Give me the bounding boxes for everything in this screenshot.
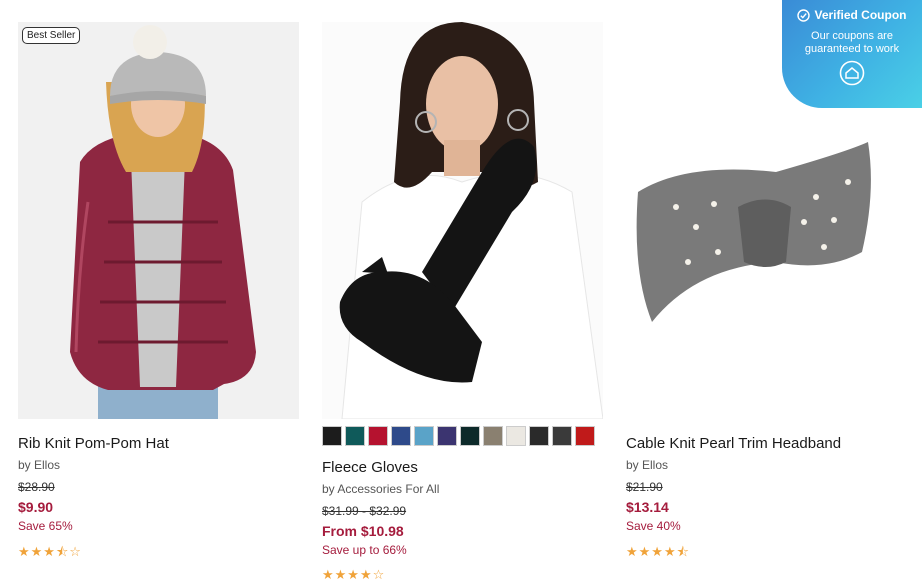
savings-label: Save up to 66% <box>322 543 407 557</box>
savings-label: Save 65% <box>18 519 73 533</box>
coupon-description: Our coupons are guaranteed to work <box>804 30 900 55</box>
product-brand[interactable]: by Ellos <box>18 458 60 472</box>
best-seller-badge: Best Seller <box>22 27 81 44</box>
color-swatch[interactable] <box>460 426 480 446</box>
coupon-title: Verified Coupon <box>814 8 907 22</box>
color-swatch[interactable] <box>506 426 526 446</box>
color-swatch[interactable] <box>437 426 457 446</box>
original-price: $21.90 <box>626 480 663 494</box>
color-swatches <box>322 426 595 446</box>
product-title[interactable]: Fleece Gloves <box>322 459 418 476</box>
woman-fleece-gloves-image <box>322 22 603 419</box>
sale-price: $9.90 <box>18 499 54 515</box>
verified-coupon-widget[interactable]: Verified Coupon Our coupons are guarante… <box>782 0 922 108</box>
color-swatch[interactable] <box>529 426 549 446</box>
sale-price: $13.14 <box>626 499 669 515</box>
product-brand[interactable]: by Ellos <box>626 458 668 472</box>
coupon-logo-icon <box>839 60 865 86</box>
color-swatch[interactable] <box>575 426 595 446</box>
product-image-hat[interactable]: Best Seller <box>18 22 299 419</box>
color-swatch[interactable] <box>345 426 365 446</box>
product-title[interactable]: Rib Knit Pom-Pom Hat <box>18 435 169 452</box>
original-price: $28.90 <box>18 480 55 494</box>
product-image-gloves[interactable] <box>322 22 603 419</box>
star-rating: ★★★⯪☆ <box>18 544 82 559</box>
check-circle-icon <box>797 8 811 22</box>
color-swatch[interactable] <box>414 426 434 446</box>
star-rating: ★★★★⯪ <box>626 544 690 559</box>
coupon-header: Verified Coupon <box>782 8 922 22</box>
product-title[interactable]: Cable Knit Pearl Trim Headband <box>626 435 841 452</box>
color-swatch[interactable] <box>391 426 411 446</box>
color-swatch[interactable] <box>368 426 388 446</box>
savings-label: Save 40% <box>626 519 681 533</box>
sale-price: From $10.98 <box>322 523 404 539</box>
woman-puffer-jacket-image <box>18 22 299 419</box>
color-swatch[interactable] <box>322 426 342 446</box>
star-rating: ★★★★☆ <box>322 567 386 582</box>
original-price: $31.99 - $32.99 <box>322 504 407 518</box>
color-swatch[interactable] <box>483 426 503 446</box>
color-swatch[interactable] <box>552 426 572 446</box>
product-brand[interactable]: by Accessories For All <box>322 482 439 496</box>
